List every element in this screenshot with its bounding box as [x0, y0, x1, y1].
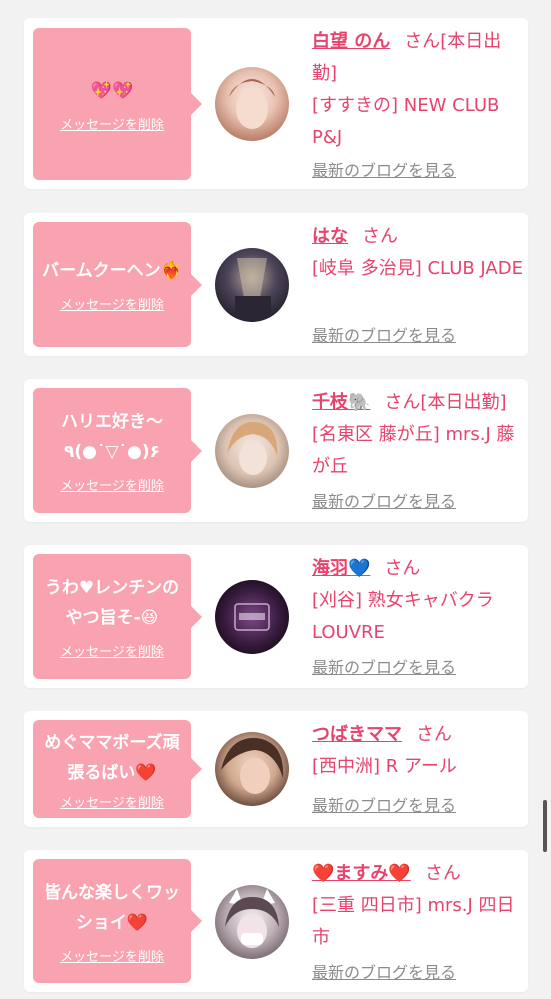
cast-info: ❤️ますみ❤️ さん [三重 四日市] mrs.J 四日市	[312, 858, 524, 954]
message-text: めぐママボーズ頑 張るばい❤️	[44, 732, 180, 783]
list-item: うわ♥レンチンの やつ旨そ-😆 メッセージを削除 海羽💙 さん [刈谷] 熟女キ…	[24, 545, 528, 688]
cast-name-link[interactable]: 千枝🐘	[312, 392, 370, 413]
message-bubble: 💖💖 メッセージを削除	[33, 28, 202, 180]
avatar[interactable]	[215, 67, 289, 141]
avatar[interactable]	[215, 732, 289, 806]
cast-info: 海羽💙 さん [刈谷] 熟女キャバクラ LOUVRE	[312, 553, 524, 649]
avatar[interactable]	[215, 580, 289, 654]
delete-message-link[interactable]: メッセージを削除	[60, 792, 164, 811]
shop-name: [三重 四日市] mrs.J 四日市	[312, 895, 515, 948]
message-text: うわ♥レンチンの やつ旨そ-😆	[44, 578, 180, 628]
shop-name: [西中洲] R アール	[312, 756, 457, 777]
delete-message-link[interactable]: メッセージを削除	[60, 641, 164, 660]
scrollbar[interactable]	[543, 800, 547, 852]
avatar[interactable]	[215, 885, 289, 959]
cast-info: つばきママ さん [西中洲] R アール	[312, 719, 524, 783]
cast-name-link[interactable]: 白望 のん	[312, 31, 390, 52]
avatar-photo	[215, 67, 289, 141]
message-bubble: 皆んな楽しくワッ ショイ❤️ メッセージを削除	[33, 859, 202, 983]
cast-suffix: さん	[424, 863, 461, 884]
list-item: 💖💖 メッセージを削除 白望 のん さん[本日出勤] [すすきの] NEW CL…	[24, 18, 528, 189]
view-latest-blog-link[interactable]: 最新のブログを見る	[312, 792, 456, 816]
avatar[interactable]	[215, 414, 289, 488]
cast-name-link[interactable]: はな	[312, 226, 348, 247]
view-latest-blog-link[interactable]: 最新のブログを見る	[312, 322, 456, 346]
avatar[interactable]	[215, 248, 289, 322]
delete-message-link[interactable]: メッセージを削除	[60, 114, 164, 133]
message-text: ハリエ好き〜 ٩(●˙▽˙●)۶	[61, 412, 163, 462]
delete-message-link[interactable]: メッセージを削除	[60, 294, 164, 313]
shop-name: [岐阜 多治見] CLUB JADE	[312, 258, 523, 279]
message-text: 皆んな楽しくワッ ショイ❤️	[44, 882, 180, 933]
cast-suffix: さん	[362, 226, 398, 247]
shop-name: [すすきの] NEW CLUB P&J	[312, 95, 500, 148]
avatar-photo	[215, 580, 289, 654]
cast-suffix: さん	[416, 724, 452, 745]
cast-info: 千枝🐘 さん[本日出勤] [名東区 藤が丘] mrs.J 藤が丘	[312, 387, 524, 483]
list-item: ハリエ好き〜 ٩(●˙▽˙●)۶ メッセージを削除 千枝🐘 さん[本日出勤] […	[24, 379, 528, 522]
cast-info: 白望 のん さん[本日出勤] [すすきの] NEW CLUB P&J	[312, 26, 524, 154]
cast-name-link[interactable]: 海羽💙	[312, 558, 370, 579]
cast-name-link[interactable]: つばきママ	[312, 724, 402, 745]
list-item: 皆んな楽しくワッ ショイ❤️ メッセージを削除 ❤️ますみ❤️ さん [三重 四…	[24, 850, 528, 992]
view-latest-blog-link[interactable]: 最新のブログを見る	[312, 157, 456, 181]
message-bubble: バームクーヘン❤️‍🔥 メッセージを削除	[33, 222, 202, 347]
message-bubble: めぐママボーズ頑 張るばい❤️ メッセージを削除	[33, 720, 202, 818]
message-bubble: うわ♥レンチンの やつ旨そ-😆 メッセージを削除	[33, 554, 202, 679]
cast-suffix: さん	[384, 558, 421, 579]
avatar-photo	[215, 248, 289, 322]
cast-info: はな さん [岐阜 多治見] CLUB JADE	[312, 221, 524, 285]
message-text: 💖💖	[90, 80, 134, 101]
shop-name: [名東区 藤が丘] mrs.J 藤が丘	[312, 424, 515, 477]
cast-name-link[interactable]: ❤️ますみ❤️	[312, 863, 411, 884]
view-latest-blog-link[interactable]: 最新のブログを見る	[312, 654, 456, 678]
cast-suffix: さん[本日出勤]	[384, 392, 507, 413]
delete-message-link[interactable]: メッセージを削除	[60, 475, 164, 494]
message-text: バームクーヘン❤️‍🔥	[42, 261, 182, 281]
shop-name: [刈谷] 熟女キャバクラ LOUVRE	[312, 590, 494, 643]
avatar-photo	[215, 885, 289, 959]
view-latest-blog-link[interactable]: 最新のブログを見る	[312, 488, 456, 512]
avatar-photo	[215, 732, 289, 806]
list-item: バームクーヘン❤️‍🔥 メッセージを削除 はなさん	[24, 213, 528, 356]
avatar-photo	[215, 414, 289, 488]
delete-message-link[interactable]: メッセージを削除	[60, 946, 164, 965]
message-bubble: ハリエ好き〜 ٩(●˙▽˙●)۶ メッセージを削除	[33, 388, 202, 513]
view-latest-blog-link[interactable]: 最新のブログを見る	[312, 959, 456, 983]
list-item: めぐママボーズ頑 張るばい❤️ メッセージを削除 つばきママ さん [西中洲] …	[24, 711, 528, 827]
